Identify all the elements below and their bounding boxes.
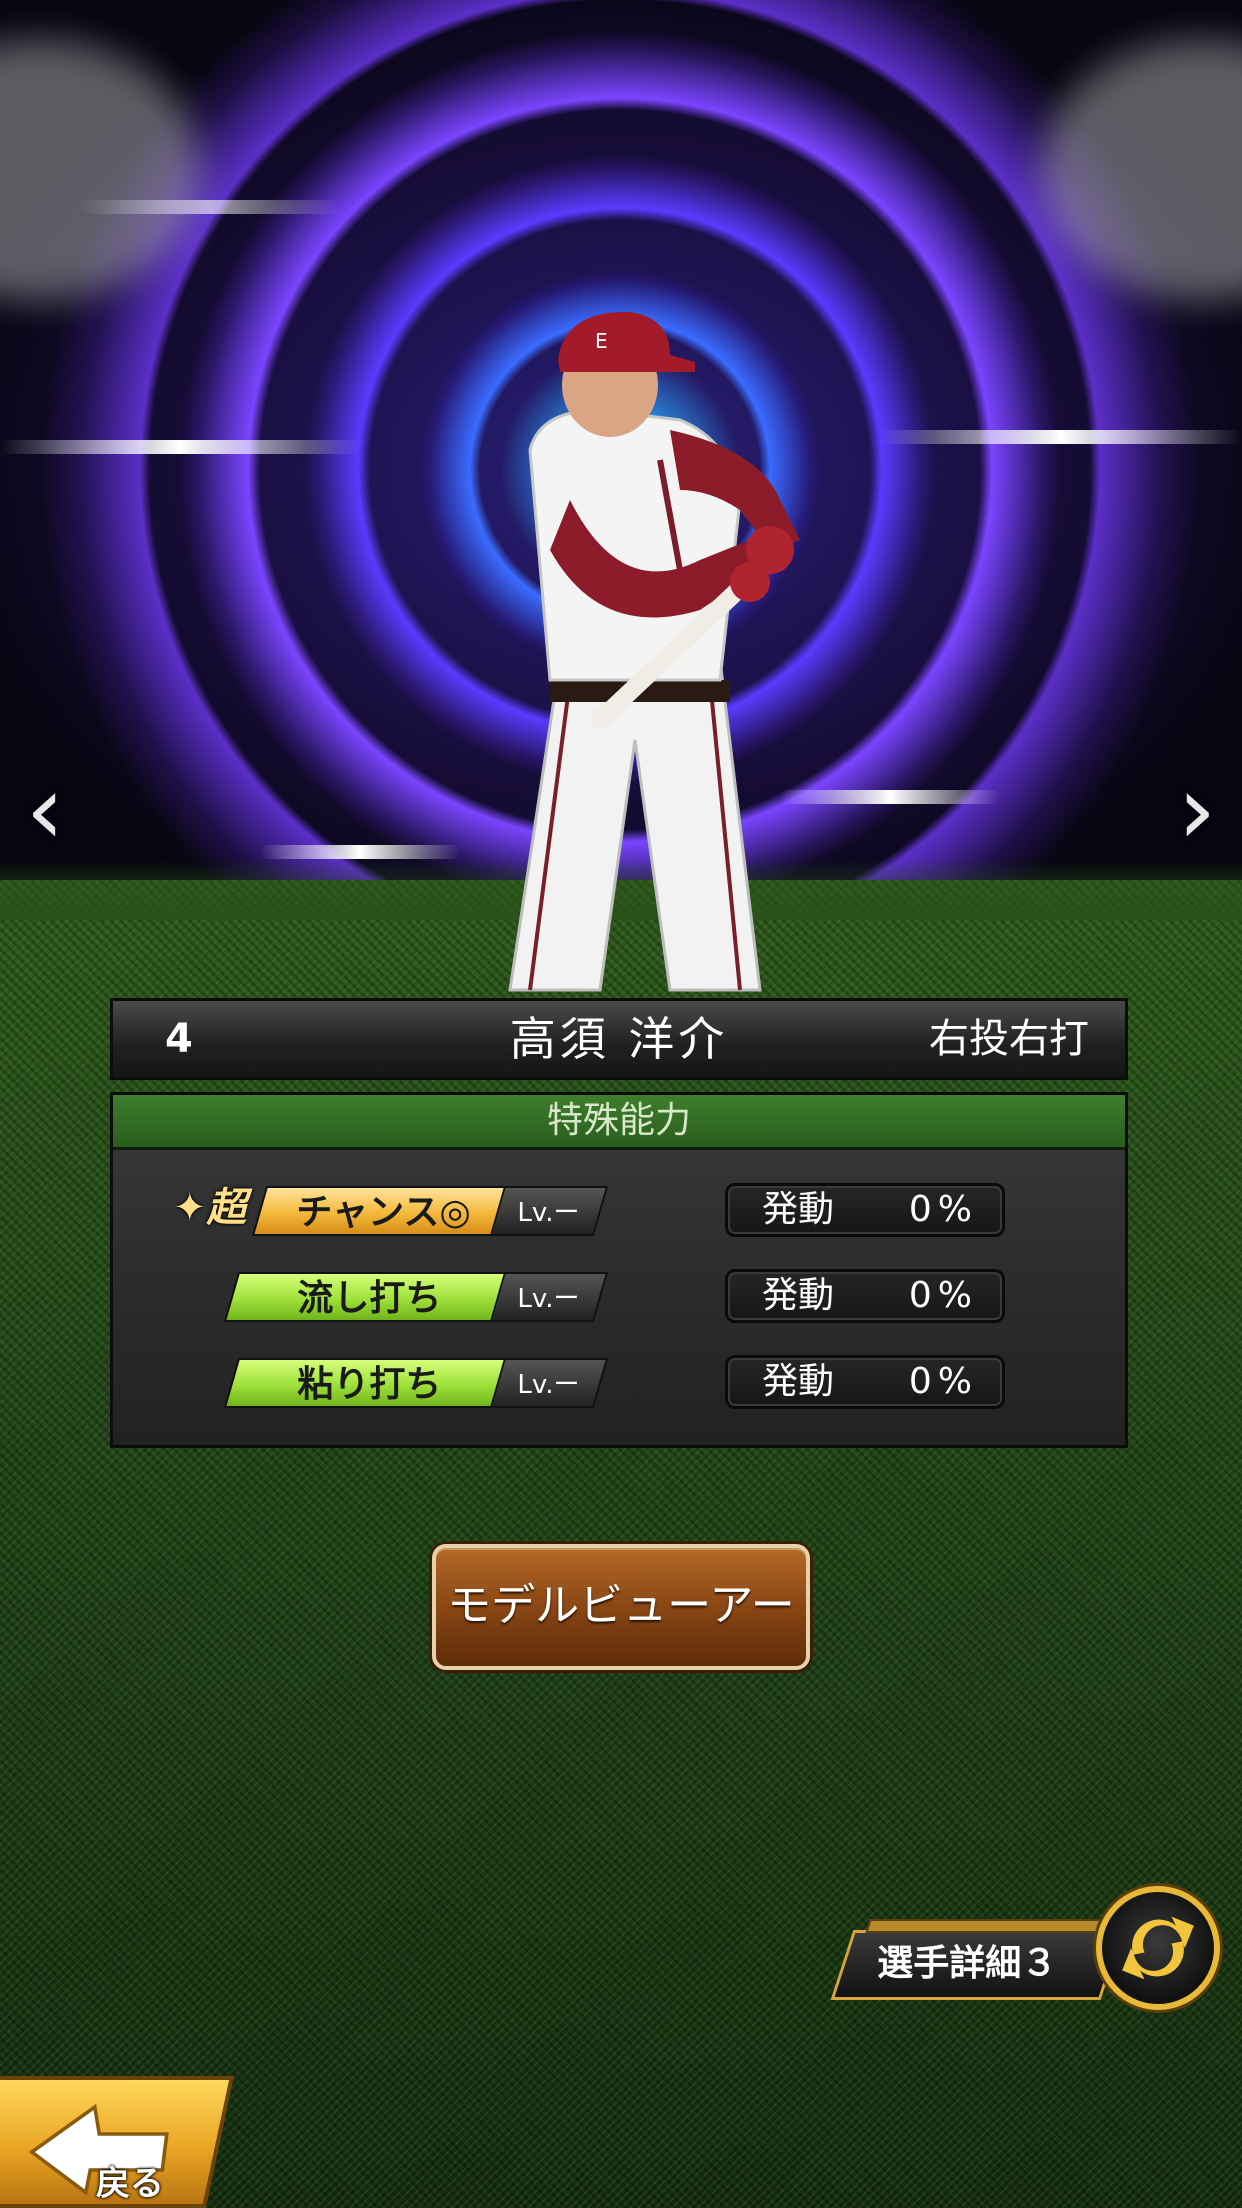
model-viewer-button[interactable]: モデルビューアー [432,1544,810,1670]
ability-name-badge: 流し打ち [223,1272,517,1322]
ability-prefix: 超 [206,1185,247,1231]
activation-rate: 0% [908,1275,978,1316]
ability-level: Lv.ー [489,1358,609,1408]
activation-rate-box: 発動 0% [725,1183,1005,1237]
back-label: 戻る [95,2164,164,2204]
previous-player-arrow[interactable]: ‹ [15,760,75,860]
light-flare [80,200,340,214]
player-info-bar: 4 高須 洋介 右投右打 [110,998,1128,1080]
detail-page-label: 選手詳細３ [877,1943,1058,1984]
super-badge: ✦超 [173,1181,247,1235]
activation-label: 発動 [762,1189,835,1230]
activation-rate-box: 発動 0% [725,1355,1005,1409]
ability-level-text: Lv.ー [517,1370,580,1400]
next-player-arrow[interactable]: › [1167,760,1227,860]
stadium-light [0,40,200,300]
switch-page-button[interactable] [1096,1886,1220,2010]
player-detail-page-button[interactable]: 選手詳細３ [830,1930,1124,2000]
ability-name: 流し打ち [297,1278,442,1319]
ability-level-text: Lv.ー [517,1198,580,1228]
ability-name-badge: チャンス◎ [251,1186,517,1236]
refresh-icon [1122,1916,1194,1980]
panel-title: 特殊能力 [113,1095,1125,1150]
back-button[interactable]: 戻る [0,2076,235,2208]
ability-name: チャンス◎ [296,1192,471,1233]
ability-level-text: Lv.ー [517,1284,580,1314]
activation-label: 発動 [762,1361,835,1402]
player-illustration: E [508,311,800,992]
light-flare [880,430,1242,444]
activation-rate: 0% [908,1361,978,1402]
stadium-light [1042,40,1242,300]
throw-bat-hand: 右投右打 [929,1016,1089,1062]
ability-name-badge: 粘り打ち [223,1358,517,1408]
activation-label: 発動 [762,1275,835,1316]
activation-rate: 0% [908,1189,978,1230]
ability-row: ✦超 チャンス◎ Lv.ー 発動 0% [113,1181,1125,1241]
ability-row: 流し打ち Lv.ー 発動 0% [113,1267,1125,1327]
ability-level: Lv.ー [489,1186,609,1236]
activation-rate-box: 発動 0% [725,1269,1005,1323]
ability-level: Lv.ー [489,1272,609,1322]
ability-row: 粘り打ち Lv.ー 発動 0% [113,1353,1125,1413]
svg-text:E: E [595,329,608,353]
special-abilities-panel: 特殊能力 ✦超 チャンス◎ Lv.ー 発動 0% 流し打ち Lv.ー 発動 0% [110,1092,1128,1448]
sparkle-icon: ✦ [173,1185,207,1231]
light-flare [0,440,360,454]
ability-name: 粘り打ち [297,1364,442,1405]
